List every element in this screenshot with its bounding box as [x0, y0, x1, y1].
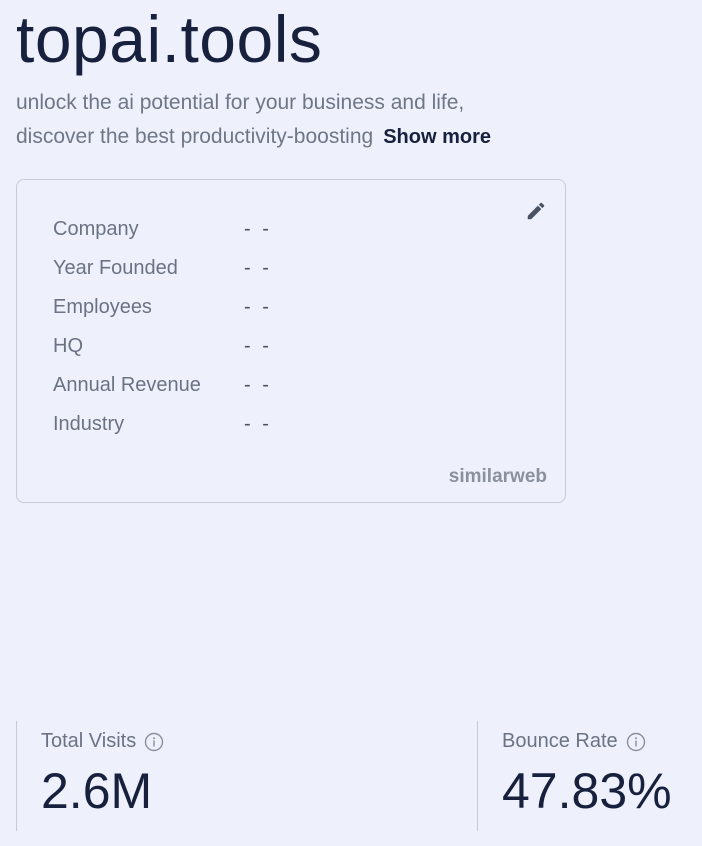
info-label: Industry: [53, 413, 125, 435]
stat-bounce-rate: Bounce Rate 47.83%: [477, 721, 702, 831]
site-description: unlock the ai potential for your busines…: [16, 86, 576, 154]
info-value: - -: [244, 413, 272, 435]
info-label: Company: [53, 218, 139, 240]
info-value: - -: [244, 257, 272, 279]
page-title: topai.tools: [16, 2, 323, 76]
info-value: - -: [244, 218, 272, 240]
info-label: HQ: [53, 335, 83, 357]
show-more-link[interactable]: Show more: [383, 126, 491, 148]
info-icon[interactable]: [626, 732, 646, 752]
pencil-icon[interactable]: [525, 200, 547, 222]
similarweb-brand-text: similarweb: [448, 466, 547, 487]
similarweb-icon: [428, 466, 444, 488]
description-line-2: discover the best productivity-boosting S…: [16, 120, 576, 154]
info-label: Employees: [53, 296, 152, 318]
info-label: Year Founded: [53, 257, 178, 279]
stat-total-visits: Total Visits 2.6M: [16, 721, 477, 831]
total-visits-label: Total Visits: [41, 730, 137, 752]
info-icon[interactable]: [144, 732, 164, 752]
info-value: - -: [244, 296, 272, 318]
info-value: - -: [244, 374, 272, 396]
info-label: Annual Revenue: [53, 374, 201, 396]
info-value: - -: [244, 335, 272, 357]
stat-label: Bounce Rate: [502, 730, 646, 753]
company-info-card: Company - - Year Founded - - Employees -…: [16, 179, 566, 503]
bounce-rate-value: 47.83%: [502, 763, 672, 819]
stat-label: Total Visits: [41, 730, 164, 753]
total-visits-value: 2.6M: [41, 763, 153, 819]
description-line-1: unlock the ai potential for your busines…: [16, 91, 465, 114]
description-line-2-text: discover the best productivity-boosting: [16, 125, 374, 148]
similarweb-logo: similarweb: [428, 466, 547, 488]
bounce-rate-label: Bounce Rate: [502, 730, 618, 752]
